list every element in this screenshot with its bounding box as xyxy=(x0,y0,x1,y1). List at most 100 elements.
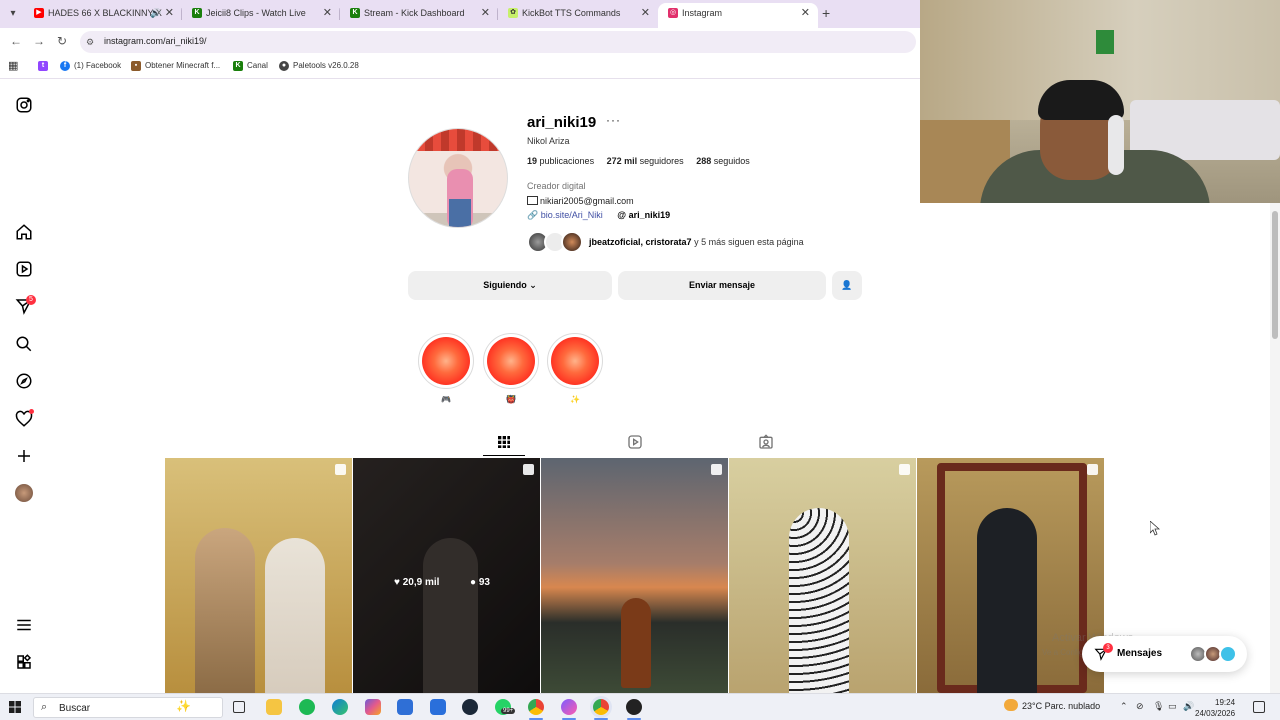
outlook-icon[interactable] xyxy=(397,699,413,715)
post-tile[interactable] xyxy=(729,458,916,693)
url-text: instagram.com/ari_niki19/ xyxy=(104,36,207,46)
discord-icon[interactable] xyxy=(561,699,577,715)
copilot-icon[interactable] xyxy=(365,699,381,715)
windows-start-icon[interactable] xyxy=(9,701,21,713)
close-tab-icon[interactable]: ✕ xyxy=(481,3,490,23)
menu-hamburger-icon[interactable] xyxy=(15,616,33,634)
new-tab-button[interactable]: + xyxy=(822,5,830,21)
profile-full-name: Nikol Ariza xyxy=(527,136,570,146)
tab-bar: ▾ ▶ HADES 66 X BLACKINNY X 🔊 ✕ K Jeicii8… xyxy=(0,0,920,28)
taskbar-search-input[interactable]: ⌕ Buscar ✨ xyxy=(33,697,223,718)
notification-center-icon[interactable] xyxy=(1253,701,1265,713)
threads-link[interactable]: @ ari_niki19 xyxy=(617,210,670,220)
post-tile[interactable] xyxy=(165,458,352,693)
address-bar-row: ← → ↻ ⚙ instagram.com/ari_niki19/ xyxy=(0,28,920,55)
wifi-icon[interactable]: ▭ xyxy=(1168,701,1177,712)
youtube-icon: ▶ xyxy=(34,8,44,18)
post-tile[interactable]: ♥ 20,9 mil ● 93 xyxy=(353,458,540,693)
followers-stat[interactable]: 272 mil seguidores xyxy=(607,156,684,166)
apps-grid-icon[interactable]: ▦ xyxy=(8,59,18,72)
tab-reels-icon[interactable] xyxy=(627,434,643,450)
tab-instagram[interactable]: ◎ Instagram ✕ xyxy=(658,3,818,28)
forward-icon[interactable]: → xyxy=(33,34,45,48)
profile-avatar-icon[interactable] xyxy=(15,484,33,502)
speaker-icon[interactable]: 🔊 xyxy=(150,3,161,23)
page-scrollbar[interactable] xyxy=(1270,203,1280,693)
windows-taskbar: ⌕ Buscar ✨ 99+ 23°C Parc. nublado ⌃ ⊘ 🎙 … xyxy=(0,693,1280,720)
bio-link[interactable]: 🔗 bio.site/Ari_Niki xyxy=(527,210,603,220)
threads-icon: @ xyxy=(617,210,627,220)
steam-icon[interactable] xyxy=(462,699,478,715)
following-button[interactable]: Siguiendo ⌄ xyxy=(408,271,612,300)
tab-search-button[interactable]: ▾ xyxy=(4,6,22,22)
volume-icon[interactable]: 🔊 xyxy=(1183,701,1194,712)
reels-icon[interactable] xyxy=(15,260,33,278)
task-view-icon[interactable] xyxy=(233,701,245,713)
explore-icon[interactable] xyxy=(15,372,33,390)
close-tab-icon[interactable]: ✕ xyxy=(801,3,810,23)
following-stat[interactable]: 288 seguidos xyxy=(696,156,750,166)
profile-stats: 19 publicaciones 272 mil seguidores 288 … xyxy=(527,156,760,166)
bookmark-minecraft[interactable]: ▪ Obtener Minecraft f... xyxy=(131,61,220,71)
bookmark-twitch[interactable]: t xyxy=(38,61,52,71)
highlight-1[interactable] xyxy=(418,333,474,389)
more-options-icon[interactable]: ··· xyxy=(606,113,621,127)
bookmark-paletools[interactable]: ● Paletools v26.0.28 xyxy=(279,61,359,71)
reload-icon[interactable]: ↻ xyxy=(57,34,67,48)
kick-icon: K xyxy=(192,8,202,18)
site-info-icon[interactable]: ⚙ xyxy=(86,37,96,47)
clock[interactable]: 19:24 24/03/2026 xyxy=(1195,697,1235,719)
follower-avatar xyxy=(561,231,583,253)
file-explorer-icon[interactable] xyxy=(266,699,282,715)
edge-icon[interactable] xyxy=(332,699,348,715)
tab-kick-clips[interactable]: K Jeicii8 Clips - Watch Live on Kick ✕ xyxy=(182,3,340,28)
highlight-3[interactable] xyxy=(547,333,603,389)
url-field[interactable]: ⚙ instagram.com/ari_niki19/ xyxy=(80,31,916,53)
search-icon: ⌕ xyxy=(41,701,48,713)
search-icon[interactable] xyxy=(15,335,33,353)
highlight-2[interactable] xyxy=(483,333,539,389)
send-message-button[interactable]: Enviar mensaje xyxy=(618,271,826,300)
tab-youtube[interactable]: ▶ HADES 66 X BLACKINNY X 🔊 ✕ xyxy=(24,3,182,28)
chrome-active-icon[interactable] xyxy=(593,699,609,715)
back-icon[interactable]: ← xyxy=(10,34,22,48)
network-off-icon[interactable]: ⊘ xyxy=(1136,701,1144,712)
minecraft-icon: ▪ xyxy=(131,61,141,71)
home-icon[interactable] xyxy=(15,223,33,241)
webcam-overlay xyxy=(920,0,1280,203)
messages-badge: 5 xyxy=(26,295,36,305)
also-from-meta-icon[interactable] xyxy=(15,653,33,671)
weather-widget[interactable]: 23°C Parc. nublado xyxy=(1004,699,1100,711)
suggested-users-button[interactable]: 👤 xyxy=(832,271,862,300)
spotify-icon[interactable] xyxy=(299,699,315,715)
chrome-icon[interactable] xyxy=(528,699,544,715)
bookmark-canal[interactable]: K Canal xyxy=(233,61,268,71)
reel-icon xyxy=(899,464,910,475)
kick-icon: K xyxy=(233,61,243,71)
tab-posts-grid-icon[interactable] xyxy=(496,434,512,450)
chevron-down-icon: ⌄ xyxy=(529,280,537,290)
reel-icon xyxy=(1087,464,1098,475)
kick-icon: K xyxy=(350,8,360,18)
store-icon[interactable] xyxy=(430,699,446,715)
paletools-icon: ● xyxy=(279,61,289,71)
chevron-up-icon[interactable]: ⌃ xyxy=(1120,701,1128,712)
close-tab-icon[interactable]: ✕ xyxy=(323,3,332,23)
close-tab-icon[interactable]: ✕ xyxy=(641,3,650,23)
scrollbar-thumb[interactable] xyxy=(1272,211,1278,339)
messages-pill[interactable]: 3 Mensajes xyxy=(1082,636,1247,672)
profile-picture[interactable] xyxy=(408,128,508,228)
close-tab-icon[interactable]: ✕ xyxy=(165,3,174,23)
post-tile[interactable] xyxy=(917,458,1104,693)
create-plus-icon[interactable] xyxy=(15,447,33,465)
microphone-icon[interactable]: 🎙 xyxy=(1153,701,1164,712)
add-user-icon: 👤 xyxy=(841,280,853,290)
tab-tagged-icon[interactable] xyxy=(758,434,774,450)
bookmark-facebook[interactable]: f (1) Facebook xyxy=(60,61,121,71)
instagram-logo-icon[interactable] xyxy=(15,96,33,114)
tab-kickbot[interactable]: ✿ KickBot TTS Commands ✕ xyxy=(498,3,658,28)
obs-icon[interactable] xyxy=(626,699,642,715)
tab-kick-dashboard[interactable]: K Stream - Kick Dashboard ✕ xyxy=(340,3,498,28)
post-tile[interactable] xyxy=(541,458,728,693)
messages-badge: 3 xyxy=(1103,643,1113,653)
